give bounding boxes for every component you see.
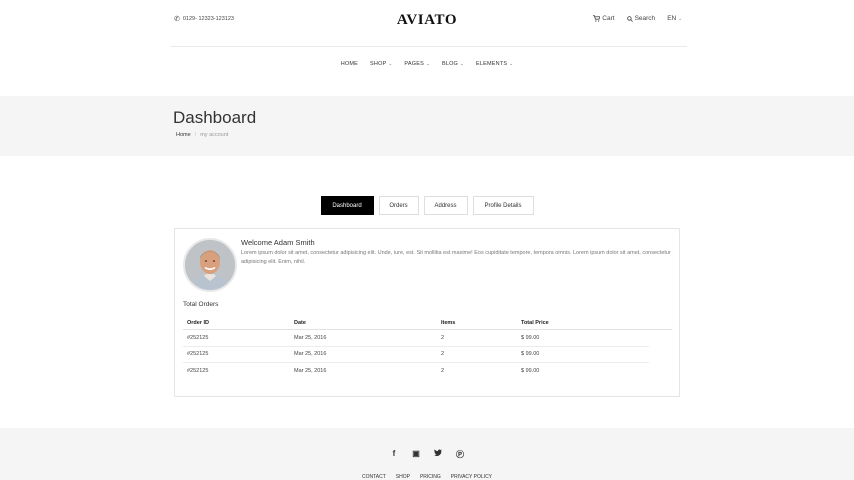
price-cell: $ 99.00 xyxy=(521,351,540,358)
breadcrumb-separator: / xyxy=(194,132,197,138)
chevron-down-icon: ⌄ xyxy=(460,61,465,66)
main-nav: HOME SHOP ⌄ PAGES ⌄ BLOG ⌄ ELEMENTS ⌄ xyxy=(0,61,854,67)
nav-item-blog[interactable]: BLOG ⌄ xyxy=(442,61,464,67)
column-header-total-price: Total Price xyxy=(521,319,549,326)
chevron-down-icon: ⌄ xyxy=(509,61,514,66)
table-header-row: Order ID Date Items Total Price xyxy=(183,316,672,330)
chevron-down-icon: ⌄ xyxy=(678,15,682,21)
column-header-date: Date xyxy=(294,319,306,326)
account-tabs: Dashboard Orders Address Profile Details xyxy=(0,196,854,215)
cart-link[interactable]: Cart xyxy=(593,15,615,22)
header-divider xyxy=(170,46,687,47)
language-label: EN xyxy=(667,15,677,22)
welcome-heading: Welcome Adam Smith xyxy=(241,238,315,247)
cart-label: Cart xyxy=(602,15,615,22)
tab-dashboard[interactable]: Dashboard xyxy=(320,196,374,215)
order-id-cell: #252125 xyxy=(187,368,209,375)
column-header-order-id: Order ID xyxy=(187,319,210,326)
footer-link-privacy-policy[interactable]: PRIVACY POLICY xyxy=(451,474,492,480)
table-row: #252125 Mar 25, 2016 2 $ 99.00 xyxy=(183,330,649,347)
instagram-icon[interactable]: ▣ xyxy=(412,449,421,460)
footer-link-shop[interactable]: SHOP xyxy=(396,474,410,480)
dashboard-card: Welcome Adam Smith Lorem ipsum dolor sit… xyxy=(174,228,680,397)
nav-label: ELEMENTS xyxy=(476,61,508,67)
items-cell: 2 xyxy=(441,334,445,341)
chevron-down-icon: ⌄ xyxy=(388,61,393,66)
nav-item-pages[interactable]: PAGES ⌄ xyxy=(404,61,430,67)
nav-label: SHOP xyxy=(370,61,387,67)
welcome-text: Lorem ipsum dolor sit amet, consectetur … xyxy=(241,250,671,265)
breadcrumb-current: my account xyxy=(200,132,229,138)
total-orders-label: Total Orders xyxy=(183,301,219,308)
nav-label: PAGES xyxy=(404,61,424,67)
page-title: Dashboard xyxy=(173,108,257,127)
table-row: #252125 Mar 25, 2016 2 $ 99.00 xyxy=(183,363,649,380)
avatar xyxy=(183,238,237,292)
tab-orders[interactable]: Orders xyxy=(378,196,419,215)
table-row: #252125 Mar 25, 2016 2 $ 99.00 xyxy=(183,347,649,363)
nav-item-home[interactable]: HOME xyxy=(341,61,358,67)
order-id-cell: #252125 xyxy=(187,351,209,358)
nav-label: BLOG xyxy=(441,61,459,67)
header-actions: Cart Search EN ⌄ xyxy=(593,15,682,22)
chevron-down-icon: ⌄ xyxy=(425,61,430,66)
items-cell: 2 xyxy=(441,351,445,358)
top-bar: ✆ 0129- 12323-123123 AVIATO Cart Search … xyxy=(0,0,854,46)
footer-link-pricing[interactable]: PRICING xyxy=(420,474,441,480)
column-header-items: Items xyxy=(441,319,456,326)
breadcrumb-home[interactable]: Home xyxy=(176,132,191,138)
search-icon xyxy=(626,15,633,22)
twitter-glyph xyxy=(434,449,442,457)
nav-item-shop[interactable]: SHOP ⌄ xyxy=(370,61,392,67)
page-header-band xyxy=(0,96,854,156)
site-logo[interactable]: AVIATO xyxy=(0,12,854,29)
pinterest-icon[interactable]: Ⓟ xyxy=(456,449,465,460)
order-id-cell: #252125 xyxy=(187,334,209,341)
cart-icon xyxy=(593,15,601,22)
footer-link-contact[interactable]: CONTACT xyxy=(362,474,386,480)
nav-item-elements[interactable]: ELEMENTS ⌄ xyxy=(476,61,513,67)
breadcrumb: Home / my account xyxy=(176,132,228,138)
tab-profile-details[interactable]: Profile Details xyxy=(472,196,534,215)
tab-address[interactable]: Address xyxy=(423,196,468,215)
user-photo xyxy=(185,240,235,290)
items-cell: 2 xyxy=(441,368,445,375)
date-cell: Mar 25, 2016 xyxy=(294,351,327,358)
facebook-icon[interactable]: f xyxy=(390,449,399,460)
price-cell: $ 99.00 xyxy=(521,368,540,375)
language-select[interactable]: EN ⌄ xyxy=(667,15,682,22)
date-cell: Mar 25, 2016 xyxy=(294,334,327,341)
search-label: Search xyxy=(634,15,656,22)
twitter-icon[interactable] xyxy=(434,449,443,460)
price-cell: $ 99.00 xyxy=(521,334,540,341)
search-link[interactable]: Search xyxy=(626,15,656,22)
date-cell: Mar 25, 2016 xyxy=(294,368,327,375)
orders-table: Order ID Date Items Total Price #252125 … xyxy=(183,316,672,380)
footer-links: CONTACT SHOP PRICING PRIVACY POLICY xyxy=(0,474,854,480)
social-links: f ▣ Ⓟ xyxy=(0,449,854,460)
nav-label: HOME xyxy=(340,61,359,67)
